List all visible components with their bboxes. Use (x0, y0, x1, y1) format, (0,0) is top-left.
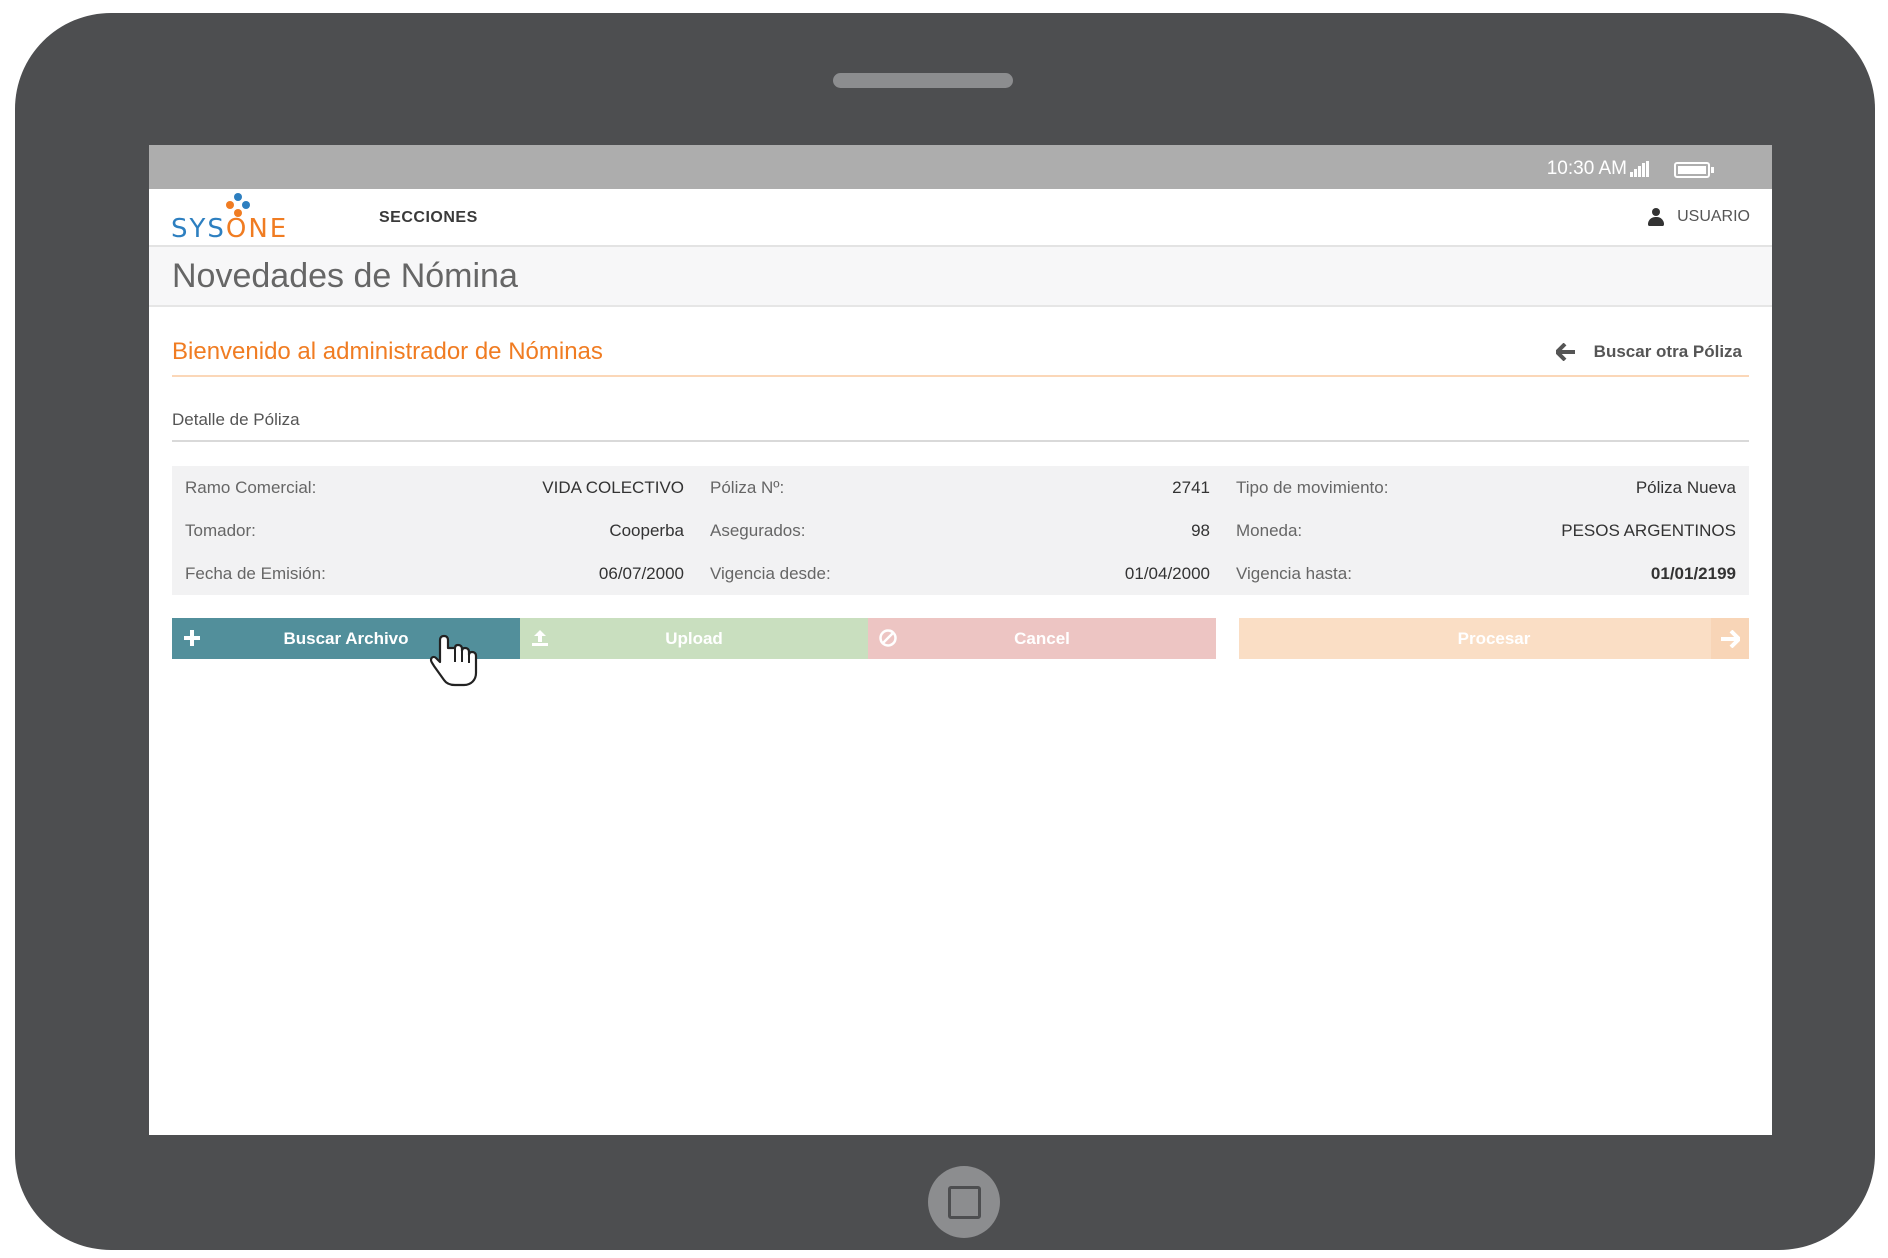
detail-value: 98 (1191, 520, 1210, 540)
plus-icon (182, 628, 202, 648)
battery-icon (1674, 162, 1714, 178)
buscar-otra-poliza-link[interactable]: Buscar otra Póliza (1555, 342, 1742, 362)
hand-pointer-cursor (428, 632, 484, 688)
status-time: 10:30 AM (1546, 158, 1627, 179)
detail-label: Póliza Nº: (710, 477, 785, 497)
detail-fecha-emision: Fecha de Emisión: 06/07/2000 (172, 552, 697, 595)
detail-value: 06/07/2000 (598, 563, 684, 583)
detail-value: Póliza Nueva (1635, 477, 1736, 497)
status-bar: 10:30 AM (149, 145, 1772, 189)
section-divider (172, 440, 1749, 442)
detail-moneda: Moneda: PESOS ARGENTINOS (1223, 509, 1749, 552)
page-header: Novedades de Nómina (149, 247, 1772, 307)
welcome-divider (172, 375, 1749, 377)
detail-ramo-comercial: Ramo Comercial: VIDA COLECTIVO (172, 466, 697, 509)
arrow-left-icon (1555, 343, 1576, 361)
user-menu[interactable]: USUARIO (1647, 208, 1750, 226)
detail-vigencia-hasta: Vigencia hasta: 01/01/2199 (1223, 552, 1749, 595)
tablet-frame: 10:30 AM SYSONE SECCIONES USUARIO Noveda… (15, 13, 1875, 1250)
tablet-speaker (833, 73, 1013, 88)
detail-value: 01/01/2199 (1650, 563, 1736, 583)
home-button[interactable] (928, 1166, 1000, 1238)
screen: 10:30 AM SYSONE SECCIONES USUARIO Noveda… (149, 145, 1772, 1135)
buscar-archivo-label: Buscar Archivo (283, 628, 409, 648)
detail-value: Cooperba (609, 520, 684, 540)
detail-poliza-numero: Póliza Nº: 2741 (697, 466, 1223, 509)
detail-label: Moneda: (1236, 520, 1303, 540)
user-label: USUARIO (1677, 208, 1750, 225)
detail-value: VIDA COLECTIVO (542, 477, 684, 497)
welcome-heading: Bienvenido al administrador de Nóminas (172, 338, 603, 365)
arrow-right-icon (1711, 618, 1749, 659)
detail-label: Asegurados: (710, 520, 806, 540)
detail-vigencia-desde: Vigencia desde: 01/04/2000 (697, 552, 1223, 595)
policy-detail-grid: Ramo Comercial: VIDA COLECTIVO Póliza Nº… (172, 466, 1749, 595)
detail-asegurados: Asegurados: 98 (697, 509, 1223, 552)
top-navbar: SYSONE SECCIONES USUARIO (149, 189, 1772, 247)
upload-label: Upload (665, 628, 723, 648)
cancel-label: Cancel (1014, 628, 1070, 648)
detail-value: 2741 (1172, 477, 1210, 497)
ban-icon (878, 628, 898, 648)
upload-button[interactable]: Upload (520, 618, 868, 659)
back-link-label: Buscar otra Póliza (1593, 342, 1742, 361)
logo-text: SYSONE (171, 214, 289, 244)
detail-tipo-movimiento: Tipo de movimiento: Póliza Nueva (1223, 466, 1749, 509)
sysone-logo[interactable]: SYSONE (171, 193, 311, 243)
user-icon (1647, 208, 1665, 226)
detail-label: Fecha de Emisión: (185, 563, 326, 583)
detalle-poliza-label: Detalle de Póliza (172, 410, 300, 429)
detail-label: Vigencia desde: (710, 563, 831, 583)
detail-label: Vigencia hasta: (1236, 563, 1352, 583)
detail-label: Ramo Comercial: (185, 477, 317, 497)
detail-label: Tipo de movimiento: (1236, 477, 1389, 497)
cancel-button[interactable]: Cancel (868, 618, 1216, 659)
detail-tomador: Tomador: Cooperba (172, 509, 697, 552)
nav-secciones[interactable]: SECCIONES (379, 209, 478, 227)
upload-icon (530, 628, 550, 648)
procesar-label: Procesar (1457, 628, 1531, 648)
detail-value: PESOS ARGENTINOS (1561, 520, 1736, 540)
procesar-button[interactable]: Procesar (1239, 618, 1749, 659)
signal-icon (1630, 161, 1650, 177)
detail-value: 01/04/2000 (1124, 563, 1210, 583)
detail-label: Tomador: (185, 520, 256, 540)
page-title: Novedades de Nómina (172, 257, 518, 295)
